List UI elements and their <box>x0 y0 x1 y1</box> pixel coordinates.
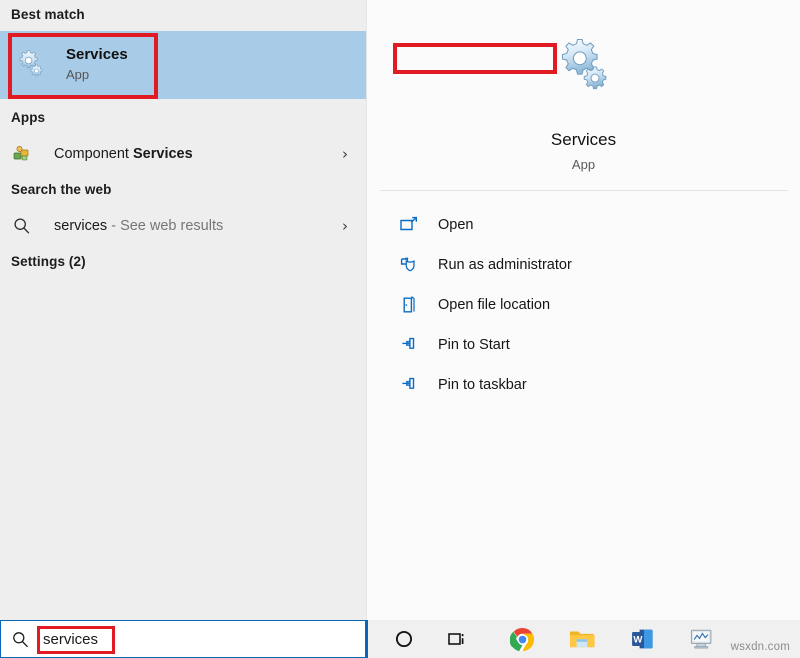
action-run-as-administrator[interactable]: Run as administrator <box>367 245 800 285</box>
pin-icon <box>399 335 419 355</box>
pin-icon <box>399 375 419 395</box>
result-item-web-search[interactable]: services - See web results › <box>0 206 366 246</box>
result-item-component-services[interactable]: Component Services › <box>0 134 366 174</box>
best-match-content: Services App <box>0 46 128 84</box>
hero-divider <box>380 190 788 191</box>
best-match-result-services[interactable]: Services App <box>0 31 366 99</box>
action-pin-to-taskbar[interactable]: Pin to taskbar <box>367 365 800 405</box>
chevron-right-icon[interactable]: › <box>342 217 348 235</box>
taskbar: services <box>0 620 800 658</box>
cortana-icon[interactable] <box>390 625 418 653</box>
word-icon[interactable]: W <box>628 625 656 653</box>
app-actions-list: Open Run as administrator <box>367 205 800 405</box>
services-gears-icon <box>14 47 46 84</box>
search-icon <box>12 216 32 236</box>
search-results-column: Best match <box>0 0 366 620</box>
search-input[interactable]: services <box>43 631 98 648</box>
open-external-icon <box>399 215 419 235</box>
action-label-open: Open <box>438 217 473 233</box>
action-open-file-location[interactable]: Open file location <box>367 285 800 325</box>
task-manager-icon[interactable] <box>688 625 716 653</box>
chevron-right-icon[interactable]: › <box>342 145 348 163</box>
services-gears-icon <box>555 36 613 94</box>
action-pin-to-start[interactable]: Pin to Start <box>367 325 800 365</box>
taskbar-search-box[interactable]: services <box>0 620 366 658</box>
section-header-best-match: Best match <box>0 7 85 22</box>
start-menu-search-screen: Best match <box>0 0 800 658</box>
app-hero: Services App <box>367 0 800 186</box>
component-services-icon <box>12 144 32 164</box>
section-header-settings: Settings (2) <box>0 254 86 269</box>
file-explorer-icon[interactable] <box>568 625 596 653</box>
best-match-subtitle: App <box>66 65 128 85</box>
shield-run-icon <box>399 255 419 275</box>
section-header-apps: Apps <box>0 110 45 125</box>
chrome-icon[interactable] <box>508 625 536 653</box>
task-view-icon[interactable] <box>444 625 472 653</box>
app-preview-column: Services App Open <box>366 0 800 620</box>
action-label-pin-to-start: Pin to Start <box>438 337 510 353</box>
app-preview-type: App <box>572 157 595 172</box>
action-label-run-as-administrator: Run as administrator <box>438 257 572 273</box>
action-label-open-file-location: Open file location <box>438 297 550 313</box>
taskbar-tray: W wsxdn.com <box>366 620 800 658</box>
svg-text:W: W <box>633 634 643 645</box>
result-label-web-search: services - See web results <box>54 218 223 234</box>
search-icon <box>11 630 30 649</box>
section-header-search-the-web: Search the web <box>0 182 111 197</box>
best-match-title: Services <box>66 46 128 65</box>
start-menu-search-pane: Best match <box>0 0 800 620</box>
app-preview-title: Services <box>551 130 616 150</box>
result-label-component-services: Component Services <box>54 146 193 162</box>
best-match-text: Services App <box>66 46 128 84</box>
action-label-pin-to-taskbar: Pin to taskbar <box>438 377 527 393</box>
watermark: wsxdn.com <box>731 641 790 653</box>
folder-open-location-icon <box>399 295 419 315</box>
action-open[interactable]: Open <box>367 205 800 245</box>
